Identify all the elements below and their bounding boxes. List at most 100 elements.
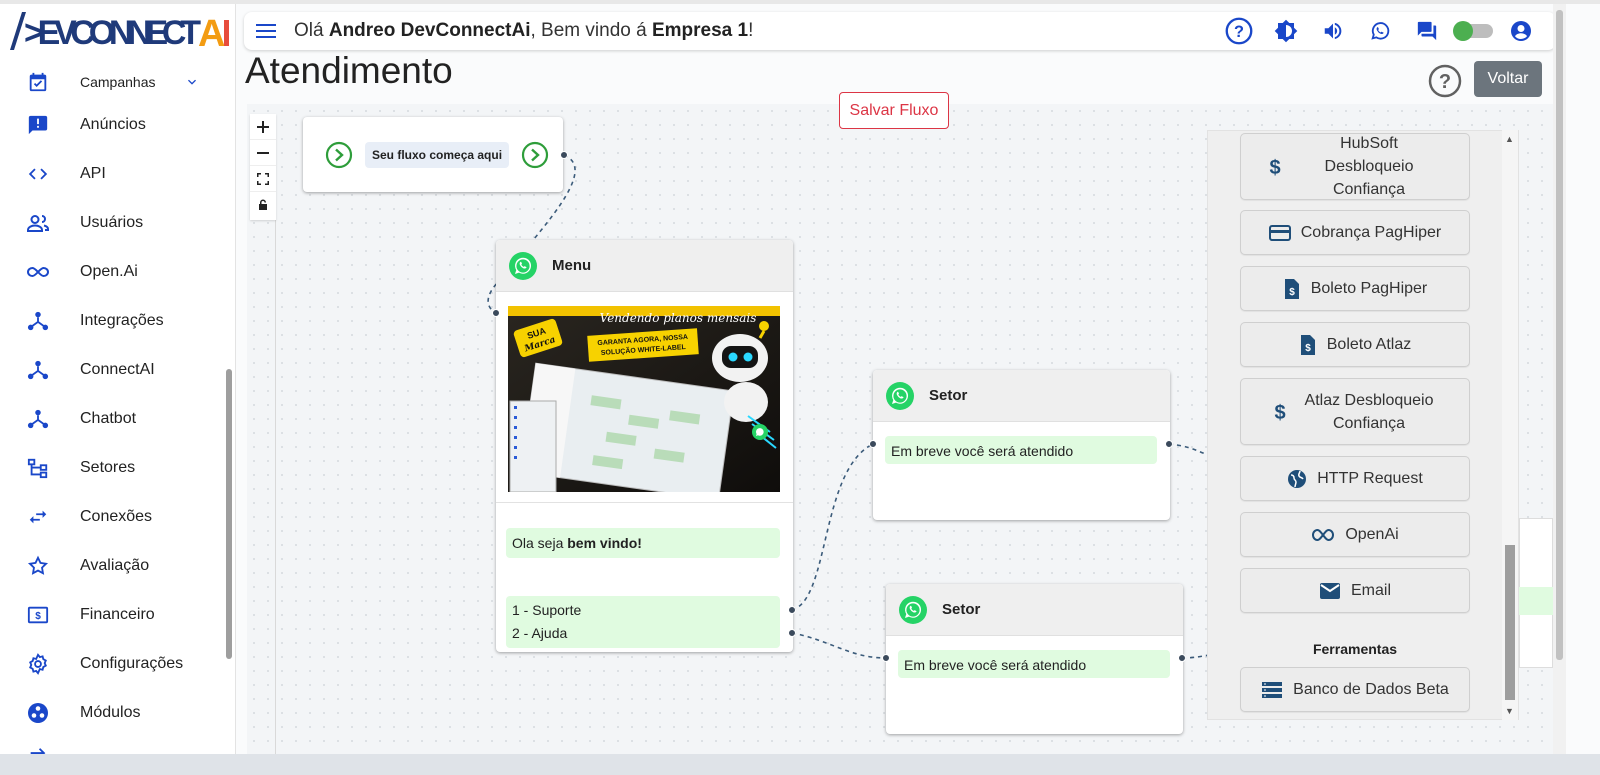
zoom-controls xyxy=(250,114,276,220)
setor2-input-handle[interactable] xyxy=(882,654,890,662)
palette-openai-button[interactable]: OpenAi xyxy=(1240,512,1470,557)
sidebar-item-modulos[interactable]: Módulos xyxy=(10,693,220,733)
menu-input-handle[interactable] xyxy=(492,309,500,317)
setor1-input-handle[interactable] xyxy=(869,440,877,448)
calendar-check-icon xyxy=(24,68,52,96)
sidebar-item-conexoes[interactable]: Conexões xyxy=(10,497,220,537)
palette-button-label: Cobrança PagHiper xyxy=(1300,223,1442,241)
credit-card-icon xyxy=(1268,224,1291,242)
whatsapp-icon xyxy=(885,381,915,411)
hub-icon xyxy=(24,356,52,384)
scroll-up-icon[interactable]: ▲ xyxy=(1505,134,1514,144)
node-divider xyxy=(496,502,793,503)
sidebar-item-setores[interactable]: Setores xyxy=(10,448,220,488)
svg-text:>EVCONNECT: >EVCONNECT xyxy=(24,14,201,52)
node-header: Menu xyxy=(496,240,793,292)
palette-button-label: OpenAi xyxy=(1345,525,1399,543)
sidebar-item-label: Financeiro xyxy=(80,606,155,623)
palette-http-request-button[interactable]: HTTP Request xyxy=(1240,456,1470,501)
sidebar-item-campanhas[interactable]: Campanhas xyxy=(10,62,220,102)
setor-node-2[interactable]: Setor Em breve você será atendido xyxy=(886,584,1183,734)
account-icon[interactable] xyxy=(1497,17,1544,45)
image-text-top: Vendendo planos mensais xyxy=(600,311,757,325)
page-scroll-thumb[interactable] xyxy=(1556,10,1563,660)
people-icon xyxy=(24,209,52,237)
invoice-icon: $ xyxy=(1299,334,1317,356)
volume-icon[interactable] xyxy=(1309,17,1356,45)
palette-button-label: Atlaz Desbloqueio Confiança xyxy=(1304,391,1434,432)
lock-icon[interactable] xyxy=(250,192,276,218)
sidebar-scrollbar[interactable] xyxy=(226,369,232,659)
fit-view-button[interactable] xyxy=(250,166,276,192)
modules-icon xyxy=(24,699,52,727)
setor-message: Em breve você será atendido xyxy=(885,436,1157,464)
palette-cobranca-paghiper-button[interactable]: Cobrança PagHiper xyxy=(1240,210,1470,255)
money-icon: $ xyxy=(24,601,52,629)
play-circle-icon xyxy=(325,141,353,169)
palette-boleto-atlaz-button[interactable]: $ Boleto Atlaz xyxy=(1240,322,1470,367)
menu-node[interactable]: Menu Vendendo planos mensais GARANTA AGO… xyxy=(496,240,793,652)
setor1-output-handle[interactable] xyxy=(1165,440,1173,448)
palette-boleto-paghiper-button[interactable]: $ Boleto PagHiper xyxy=(1240,266,1470,311)
sidebar-item-label: Campanhas xyxy=(80,74,156,90)
palette-button-label: Boleto PagHiper xyxy=(1310,279,1428,297)
sidebar-item-label: Anúncios xyxy=(80,116,146,133)
palette-email-button[interactable]: Email xyxy=(1240,568,1470,613)
svg-text:$: $ xyxy=(1269,157,1280,178)
save-flow-button[interactable]: Salvar Fluxo xyxy=(839,92,949,129)
help-icon[interactable]: ? xyxy=(1215,17,1262,45)
status-toggle[interactable] xyxy=(1450,17,1497,45)
tree-icon xyxy=(24,454,52,482)
menu-output-handle-2[interactable] xyxy=(788,629,796,637)
sidebar-item-api[interactable]: API xyxy=(10,154,220,194)
app-logo[interactable]: >EVCONNECT A xyxy=(6,6,231,55)
header-actions: ? xyxy=(1215,17,1544,45)
chevron-down-icon[interactable] xyxy=(184,74,200,95)
palette-scroll-thumb[interactable] xyxy=(1505,545,1515,700)
top-header: Olá Andreo DevConnectAi, Bem vindo á Emp… xyxy=(244,12,1556,50)
palette-database-button[interactable]: Banco de Dados Beta xyxy=(1240,667,1470,712)
whatsapp-icon[interactable] xyxy=(1356,17,1403,45)
sidebar-item-chatbot[interactable]: Chatbot xyxy=(10,399,220,439)
menu-icon[interactable] xyxy=(254,19,278,43)
node-title: Setor xyxy=(929,387,968,404)
start-output-handle[interactable] xyxy=(560,151,568,159)
svg-text:$: $ xyxy=(1289,287,1295,298)
sidebar-item-connectai[interactable]: ConnectAI xyxy=(10,350,220,390)
dollar-icon: $ xyxy=(1266,156,1284,178)
palette-hubsoft-button[interactable]: $ HubSoft Desbloqueio Confiança xyxy=(1240,133,1470,200)
start-node[interactable]: Seu fluxo começa aqui xyxy=(303,117,563,192)
zoom-out-button[interactable] xyxy=(250,140,276,166)
sidebar-item-avaliacao[interactable]: Avaliação xyxy=(10,546,220,586)
setor2-output-handle[interactable] xyxy=(1178,654,1186,662)
hidden-node-message xyxy=(1519,587,1553,615)
message-bold: bem vindo! xyxy=(567,535,642,551)
menu-option-2: 2 - Ajuda xyxy=(512,625,568,641)
zoom-in-button[interactable] xyxy=(250,114,276,140)
sidebar-item-financeiro[interactable]: $ Financeiro xyxy=(10,595,220,635)
sidebar-item-usuarios[interactable]: Usuários xyxy=(10,203,220,243)
sidebar-item-label: Avaliação xyxy=(80,557,150,574)
sidebar-item-anuncios[interactable]: Anúncios xyxy=(10,105,220,145)
star-icon xyxy=(24,552,52,580)
setor-node-1[interactable]: Setor Em breve você será atendido xyxy=(873,370,1170,520)
sidebar-item-configuracoes[interactable]: Configurações xyxy=(10,644,220,684)
scroll-down-icon[interactable]: ▼ xyxy=(1505,706,1514,716)
sidebar-item-label: Integrações xyxy=(80,312,164,329)
palette-atlaz-desbloqueio-button[interactable]: $ Atlaz Desbloqueio Confiança xyxy=(1240,378,1470,445)
menu-output-handle-1[interactable] xyxy=(788,606,796,614)
hub-icon xyxy=(24,307,52,335)
sidebar-item-integracoes[interactable]: Integrações xyxy=(10,301,220,341)
start-label: Seu fluxo começa aqui xyxy=(365,141,510,168)
node-header: Setor xyxy=(873,370,1170,422)
sidebar-item-label: ConnectAI xyxy=(80,361,155,378)
theme-icon[interactable] xyxy=(1262,17,1309,45)
back-button[interactable]: Voltar xyxy=(1474,61,1542,97)
company-name: Empresa 1 xyxy=(651,20,749,41)
user-name: Andreo DevConnectAi xyxy=(328,20,531,41)
help-icon[interactable]: ? xyxy=(1428,64,1462,98)
sidebar-item-openai[interactable]: Open.Ai xyxy=(10,252,220,292)
sidebar-item-label: Chatbot xyxy=(80,410,137,427)
sidebar-item-label: Open.Ai xyxy=(80,263,138,280)
chat-icon[interactable] xyxy=(1403,17,1450,45)
